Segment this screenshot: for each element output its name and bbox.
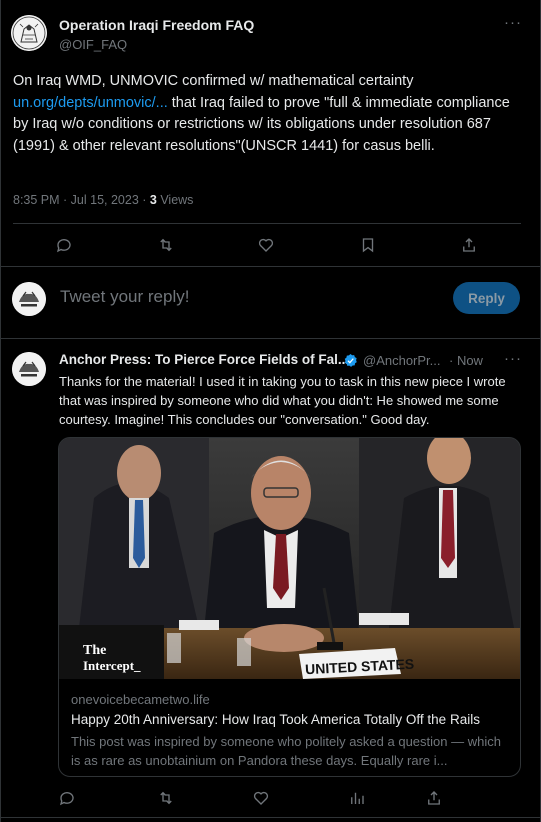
more-options-button[interactable]: ··· xyxy=(504,14,522,31)
like-icon[interactable] xyxy=(250,787,272,809)
tweet-meta: 8:35 PM · Jul 15, 2023 · 3 Views xyxy=(13,193,193,207)
analytics-icon[interactable] xyxy=(346,787,368,809)
card-title[interactable]: Happy 20th Anniversary: How Iraq Took Am… xyxy=(71,712,480,727)
reply-button[interactable]: Reply xyxy=(453,282,520,314)
reply-time[interactable]: · Now xyxy=(449,353,483,368)
card-image: The Intercept_ UNITED STATES xyxy=(59,438,520,679)
reply-icon[interactable] xyxy=(53,234,75,256)
retweet-icon[interactable] xyxy=(155,234,177,256)
tweet-text: On Iraq WMD, UNMOVIC confirmed w/ mathem… xyxy=(13,71,523,157)
reply-author-name[interactable]: Anchor Press: To Pierce Force Fields of … xyxy=(59,352,349,367)
like-icon[interactable] xyxy=(255,234,277,256)
divider xyxy=(0,338,541,339)
verified-badge-icon xyxy=(344,353,357,367)
divider xyxy=(0,266,541,267)
link-card[interactable]: The Intercept_ UNITED STATES onevoicebec… xyxy=(58,437,521,777)
reply-author-handle[interactable]: @AnchorPr... xyxy=(363,353,441,368)
author-handle[interactable]: @OIF_FAQ xyxy=(59,37,127,52)
tweet-link[interactable]: un.org/depts/unmovic/... xyxy=(13,95,168,111)
timestamp[interactable]: 8:35 PM · Jul 15, 2023 · xyxy=(13,193,150,207)
retweet-icon[interactable] xyxy=(155,787,177,809)
left-border xyxy=(0,0,1,822)
views-label: Views xyxy=(156,193,194,207)
tweet-text-part: On Iraq WMD, UNMOVIC confirmed w/ mathem… xyxy=(13,73,414,89)
author-avatar[interactable] xyxy=(11,15,47,51)
card-description: This post was inspired by someone who po… xyxy=(71,734,501,768)
card-logo-line1: The xyxy=(83,643,106,658)
reply-text: Thanks for the material! I used it in ta… xyxy=(59,374,506,427)
author-name[interactable]: Operation Iraqi Freedom FAQ xyxy=(59,17,254,33)
reply-input[interactable]: Tweet your reply! xyxy=(60,287,189,307)
reply-more-options-button[interactable]: ··· xyxy=(504,350,522,367)
card-domain[interactable]: onevoicebecametwo.life xyxy=(71,692,210,707)
composer-avatar xyxy=(12,282,46,316)
reply-author-avatar[interactable] xyxy=(12,352,46,386)
bookmark-icon[interactable] xyxy=(357,234,379,256)
share-icon[interactable] xyxy=(423,787,445,809)
reply-icon[interactable] xyxy=(56,787,78,809)
divider xyxy=(0,817,541,818)
divider xyxy=(13,223,521,224)
card-logo-line2: Intercept_ xyxy=(83,658,141,673)
views-count: 3 xyxy=(149,193,157,207)
share-icon[interactable] xyxy=(458,234,480,256)
